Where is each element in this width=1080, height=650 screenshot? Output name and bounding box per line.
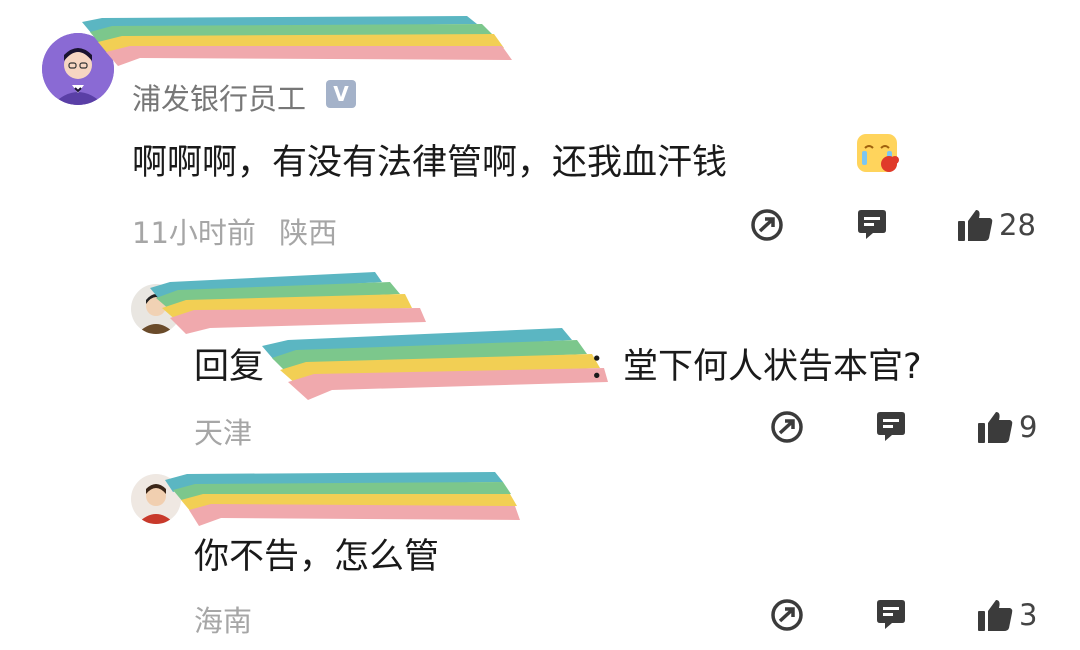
comment-icon: [858, 210, 886, 239]
redaction-scribble: [165, 472, 520, 526]
thumbs-up-icon: [978, 600, 1013, 631]
reply-button[interactable]: [874, 410, 908, 444]
thumbs-up-icon: [958, 210, 993, 241]
reply-location: 天津: [194, 416, 253, 450]
comment-body: 啊啊啊，有没有法律管啊，还我血汗钱: [132, 143, 728, 183]
share-button[interactable]: [770, 598, 804, 632]
comment-location: 陕西: [279, 216, 338, 250]
like-button[interactable]: 3: [977, 598, 1037, 632]
reply-prefix: 回复: [194, 347, 265, 387]
thumbs-up-icon: [978, 412, 1013, 443]
reply-button[interactable]: [874, 598, 908, 632]
like-count: 28: [999, 208, 1036, 242]
reply-button[interactable]: [855, 208, 889, 242]
like-button[interactable]: 9: [977, 410, 1037, 444]
verified-badge: V: [326, 80, 356, 108]
share-icon: [751, 209, 783, 241]
comment-icon: [877, 412, 905, 441]
like-count: 9: [1019, 410, 1038, 444]
like-button[interactable]: 28: [957, 208, 1036, 242]
username[interactable]: 浦发银行员工: [132, 76, 306, 118]
reply-text: 回复: [194, 338, 264, 389]
share-icon: [771, 411, 803, 443]
comment-time: 11小时前: [132, 216, 256, 250]
reply-text: 你不告，怎么管: [194, 537, 440, 577]
reply-suffix: ：堂下何人状告本官?: [588, 347, 922, 387]
like-count: 3: [1019, 598, 1038, 632]
comment-text: 啊啊啊，有没有法律管啊，还我血汗钱: [132, 134, 727, 185]
redaction-scribble: [82, 16, 512, 66]
comment-meta: 11小时前 陕西: [132, 210, 337, 252]
redaction-scribble: [262, 328, 608, 400]
reply-location: 海南: [194, 604, 253, 638]
crying-face-emoji: [855, 130, 901, 176]
reply-text-suffix: ：堂下何人状告本官?: [588, 338, 922, 389]
comment-icon: [877, 600, 905, 629]
share-icon: [771, 599, 803, 631]
share-button[interactable]: [750, 208, 784, 242]
share-button[interactable]: [770, 410, 804, 444]
